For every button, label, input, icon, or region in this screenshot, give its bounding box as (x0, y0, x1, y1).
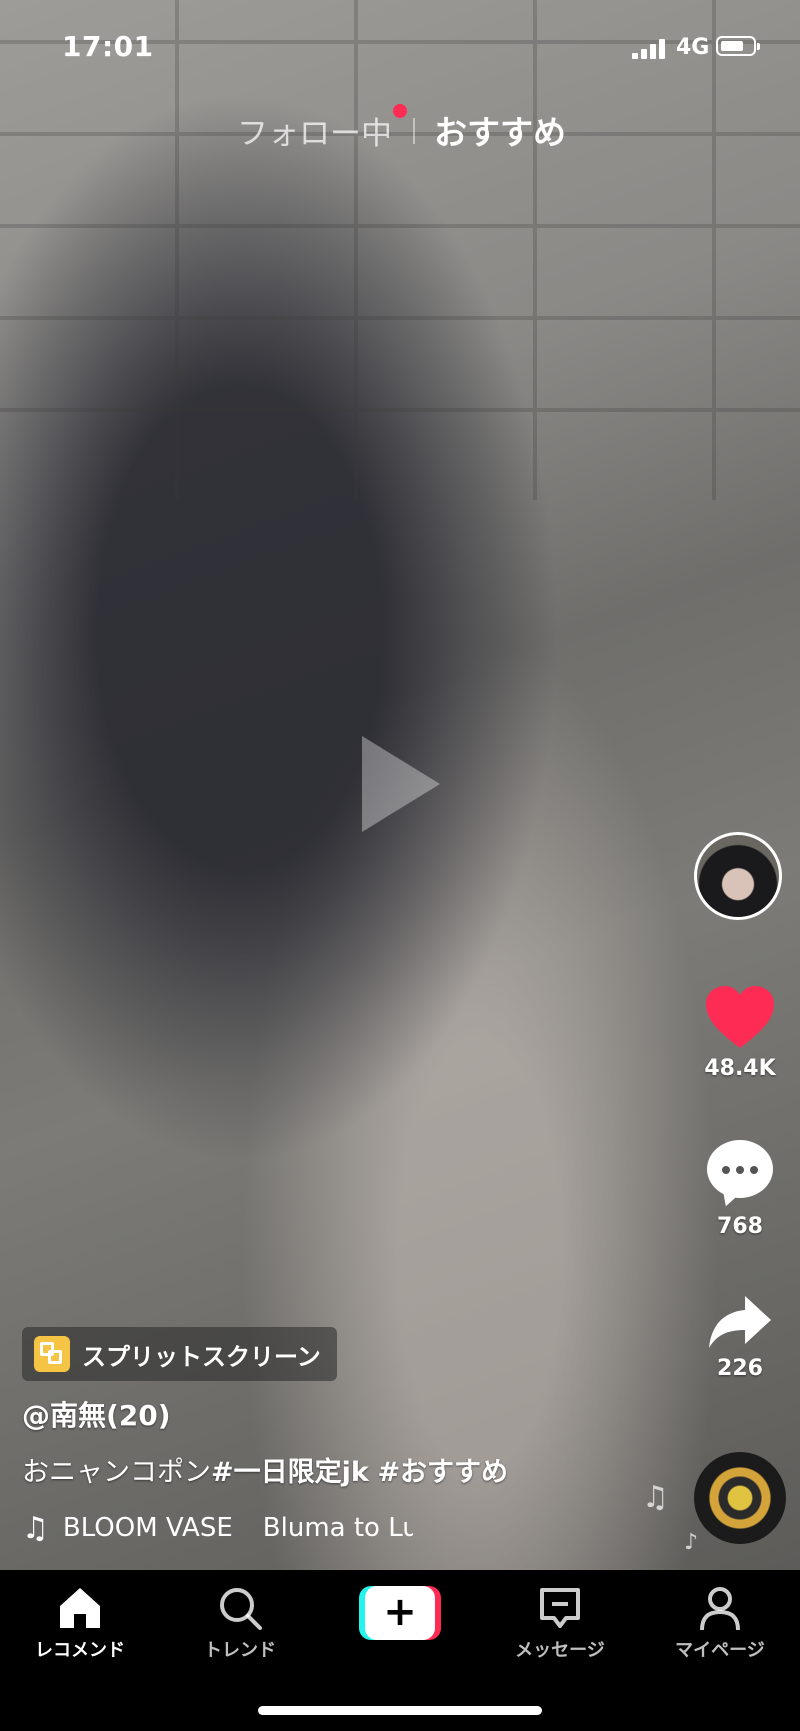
nav-messages[interactable]: メッセージ (490, 1584, 630, 1662)
nav-home[interactable]: レコメンド (10, 1584, 150, 1662)
status-bar: 17:01 4G (0, 0, 800, 96)
hashtag-link[interactable]: #おすすめ (377, 1457, 508, 1488)
feed-tabs: フォロー中 おすすめ (0, 104, 800, 164)
nav-trend[interactable]: トレンド (170, 1584, 310, 1662)
tab-for-you[interactable]: おすすめ (434, 106, 566, 154)
plus-icon: + (365, 1586, 435, 1640)
share-button[interactable]: 226 (692, 1292, 788, 1381)
share-count: 226 (717, 1356, 763, 1381)
effect-chip[interactable]: スプリットスクリーン (22, 1327, 337, 1381)
creator-avatar[interactable] (694, 832, 782, 920)
music-note-icon: ♫ (642, 1480, 669, 1515)
heart-icon (704, 984, 776, 1052)
share-icon (705, 1292, 775, 1352)
like-count: 48.4K (704, 1056, 776, 1081)
comment-count: 768 (717, 1214, 763, 1239)
nav-trend-label: トレンド (204, 1640, 276, 1661)
profile-icon (696, 1584, 744, 1632)
caption-text: おニャンコポン (22, 1457, 211, 1488)
video-caption: おニャンコポン#一日限定jk #おすすめ (22, 1450, 508, 1489)
create-button[interactable]: + (359, 1586, 441, 1640)
music-info[interactable]: ♫ BLOOM VASE Bluma to Lu (22, 1508, 413, 1548)
music-note-icon: ♪ (684, 1530, 699, 1555)
comment-icon (707, 1140, 773, 1209)
creator-username[interactable]: @南無(20) (22, 1394, 171, 1434)
signal-icon (632, 39, 668, 59)
music-title: BLOOM VASE (62, 1513, 233, 1543)
music-artist: Bluma to Lu (262, 1513, 413, 1543)
home-indicator (258, 1706, 542, 1715)
hashtag-link[interactable]: #一日限定jk (211, 1457, 369, 1488)
like-button[interactable]: 48.4K (692, 984, 788, 1081)
notification-dot (393, 104, 407, 118)
network-type: 4G (676, 35, 710, 60)
comment-button[interactable]: 768 (692, 1140, 788, 1239)
music-title-marquee: BLOOM VASE Bluma to Lu (63, 1513, 413, 1543)
search-icon (216, 1584, 264, 1632)
nav-profile[interactable]: マイページ (650, 1584, 790, 1662)
status-time: 17:01 (62, 30, 154, 63)
home-icon (56, 1584, 104, 1632)
nav-home-label: レコメンド (35, 1640, 125, 1661)
tab-divider (413, 118, 415, 144)
inbox-icon (536, 1584, 584, 1632)
nav-profile-label: マイページ (675, 1640, 765, 1661)
music-disc[interactable] (694, 1452, 786, 1544)
split-screen-icon (34, 1336, 70, 1372)
tab-following[interactable]: フォロー中 (237, 108, 392, 153)
music-note-icon: ♫ (22, 1510, 49, 1546)
effect-label: スプリットスクリーン (82, 1342, 321, 1371)
play-icon[interactable] (362, 736, 440, 832)
tiktok-feed-screen: 17:01 4G フォロー中 おすすめ 48.4K 768 226 ♫ ♪ スプ… (0, 0, 800, 1731)
nav-messages-label: メッセージ (515, 1640, 605, 1661)
battery-icon (716, 36, 760, 56)
